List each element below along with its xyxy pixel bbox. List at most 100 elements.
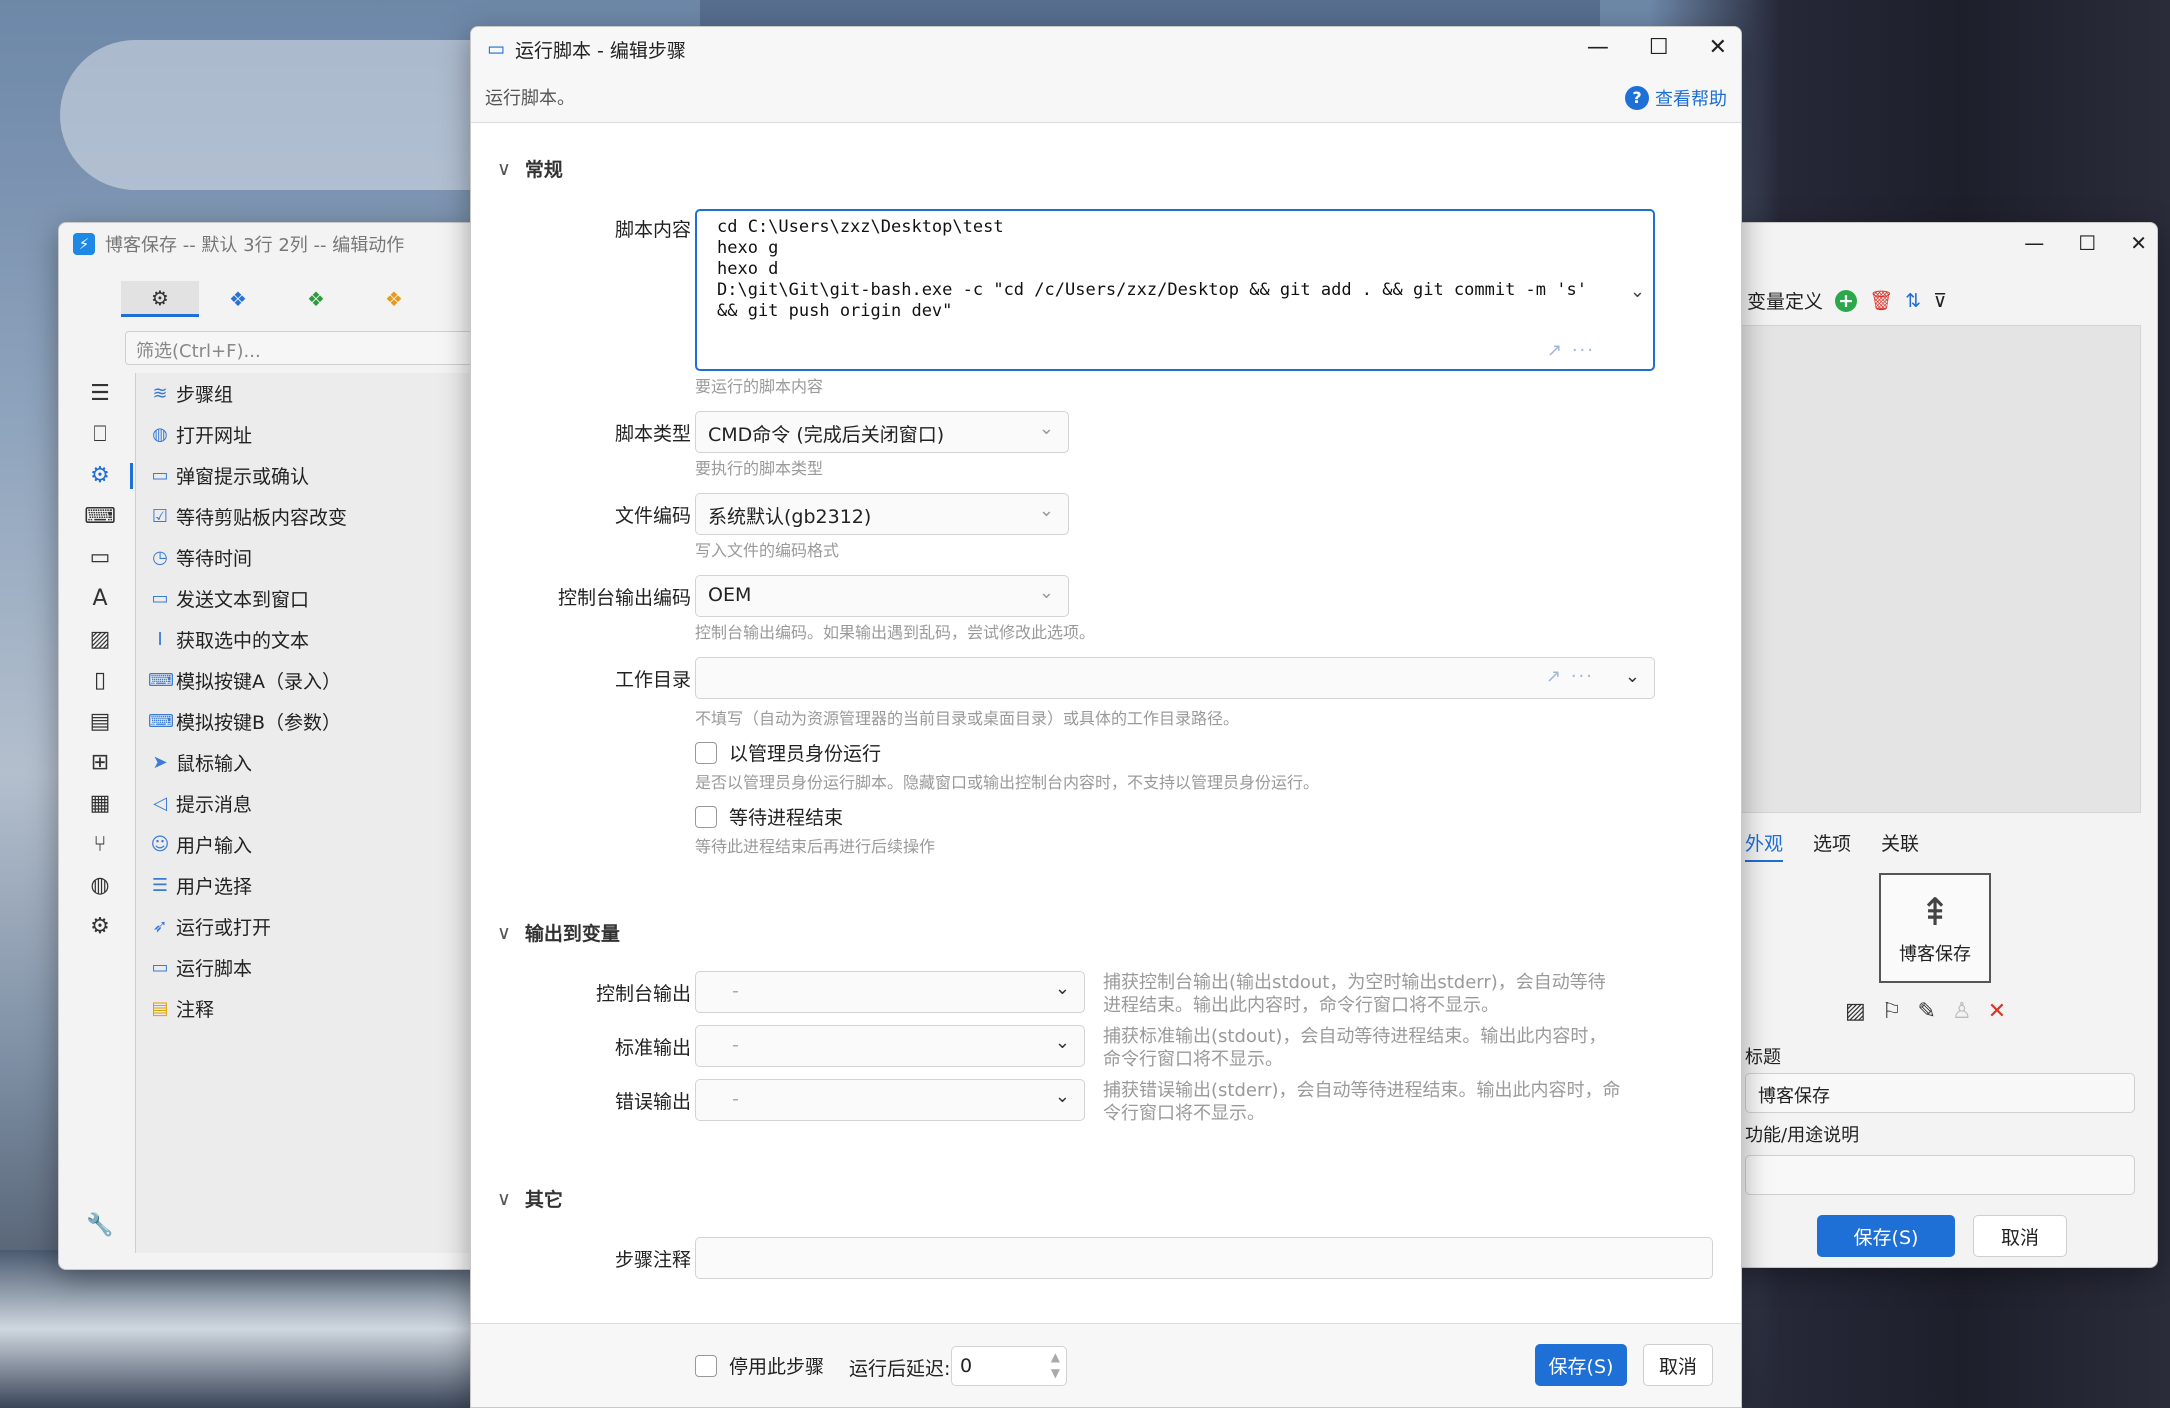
console-encoding-select[interactable]: OEM ⌄ [695, 575, 1069, 617]
eyedropper-icon[interactable]: ✎ [1918, 999, 1936, 1024]
close-icon[interactable]: ✕ [1709, 35, 1727, 60]
section-other[interactable]: ∨ 其它 [497, 1185, 563, 1212]
wait-process-checkbox[interactable]: 等待进程结束 [695, 803, 843, 830]
section-general[interactable]: ∨ 常规 [497, 155, 563, 182]
button-icon-preview[interactable]: ⇞ 博客保存 [1879, 873, 1991, 983]
menu-icon[interactable]: ☰ [75, 373, 125, 414]
list-item[interactable]: ▭ 运行脚本 [136, 947, 477, 988]
close-icon[interactable]: ✕ [2130, 231, 2147, 255]
bookmark-icon[interactable]: ⎕ [75, 414, 125, 455]
gears-icon[interactable]: ⚙ [75, 906, 125, 947]
grid-icon[interactable]: ▦ [75, 783, 125, 824]
user-edit-icon: ☺ [150, 834, 170, 855]
chevron-down-icon: ⌄ [1038, 500, 1054, 521]
script-type-hint: 要执行的脚本类型 [695, 459, 824, 478]
clipboard-icon[interactable]: ▯ [75, 660, 125, 701]
globe-icon: ◍ [152, 424, 168, 445]
console-output-select[interactable]: - ⌄ [695, 971, 1085, 1013]
tab-system-actions[interactable]: ⚙ [121, 281, 199, 317]
checkbox-box[interactable] [695, 1354, 717, 1377]
disable-step-checkbox[interactable]: 停用此步骤 [695, 1352, 824, 1379]
filter-input[interactable]: 筛选(Ctrl+F)... [125, 331, 475, 365]
chevron-down-icon[interactable]: ⌄ [1630, 281, 1645, 302]
tab-green-actions[interactable]: ❖ [277, 281, 355, 317]
minimize-icon[interactable]: — [1587, 35, 1609, 60]
list-item[interactable]: ➤ 鼠标输入 [136, 742, 477, 783]
script-type-select[interactable]: CMD命令 (完成后关闭窗口) ⌄ [695, 411, 1069, 453]
spinner-icon[interactable]: ▲ ▼ [1051, 1349, 1060, 1381]
list-item[interactable]: ☑ 等待剪贴板内容改变 [136, 496, 477, 537]
list-item[interactable]: ⌨ 模拟按键A（录入） [136, 660, 477, 701]
list-item[interactable]: ☺ 用户输入 [136, 824, 477, 865]
title-input[interactable]: 博客保存 [1745, 1073, 2135, 1113]
more-icon[interactable]: ↗ ··· [1547, 340, 1595, 361]
delay-input[interactable]: 0 ▲ ▼ [951, 1346, 1067, 1386]
add-icon[interactable]: + [1835, 289, 1858, 312]
save-button[interactable]: 保存(S) [1817, 1215, 1955, 1257]
window-icon[interactable]: ▭ [75, 537, 125, 578]
image-icon[interactable]: ▨ [75, 619, 125, 660]
flag-icon[interactable]: ⚐ [1882, 999, 1902, 1024]
cancel-button[interactable]: 取消 [1973, 1215, 2067, 1257]
list-item[interactable]: ≋ 步骤组 [136, 373, 477, 414]
list-item[interactable]: ⌨ 模拟按键B（参数） [136, 701, 477, 742]
list-item[interactable]: ◷ 等待时间 [136, 537, 477, 578]
more-icon[interactable]: ↗ ··· [1546, 666, 1594, 687]
tab-appearance[interactable]: 外观 [1745, 829, 1784, 862]
list-item[interactable]: ☰ 用户选择 [136, 865, 477, 906]
checkbox-box[interactable] [695, 805, 717, 828]
script-content-editor[interactable]: cd C:\Users\zxz\Desktop\test hexo g hexo… [695, 209, 1655, 371]
list-item[interactable]: ▭ 发送文本到窗口 [136, 578, 477, 619]
green-cubes-icon: ❖ [307, 287, 325, 311]
tab-options[interactable]: 选项 [1813, 829, 1851, 862]
shirt-icon[interactable]: ♙ [1952, 999, 1972, 1024]
branch-icon[interactable]: ⑂ [75, 824, 125, 865]
tab-blue-actions[interactable]: ❖ [199, 281, 277, 317]
description-input[interactable] [1745, 1155, 2135, 1195]
gear-icon[interactable]: ⚙ [75, 455, 133, 496]
tab-orange-actions[interactable]: ❖ [355, 281, 433, 317]
list-item[interactable]: ▭ 弹窗提示或确认 [136, 455, 477, 496]
list-item[interactable]: ◁ 提示消息 [136, 783, 477, 824]
section-output[interactable]: ∨ 输出到变量 [497, 919, 620, 946]
working-dir-input[interactable]: ↗ ··· ⌄ [695, 657, 1655, 699]
script-content-text: cd C:\Users\zxz\Desktop\test hexo g hexo… [717, 217, 1587, 321]
stdout-select[interactable]: - ⌄ [695, 1025, 1085, 1067]
checkbox-box[interactable] [695, 741, 717, 764]
edit-action-window: ⚡ 博客保存 -- 默认 3行 2列 -- 编辑动作 ⚙ ❖ ❖ ❖ 筛选(Ct… [58, 222, 478, 1270]
tree-icon: ⇞ [1919, 890, 1951, 934]
dialog-subtitle: 运行脚本。 [471, 71, 1741, 123]
font-icon[interactable]: A [75, 578, 125, 619]
sort-icon[interactable]: ⇅ [1905, 290, 1921, 312]
chevron-down-icon: ⌄ [1038, 418, 1054, 439]
trash-icon[interactable]: 🗑 [1869, 289, 1893, 312]
step-note-input[interactable] [695, 1237, 1713, 1279]
working-dir-label: 工作目录 [614, 669, 691, 691]
globe-icon[interactable]: ◍ [75, 865, 125, 906]
remove-icon[interactable]: ✕ [1988, 999, 2006, 1024]
minimize-icon[interactable]: — [2024, 231, 2044, 255]
save-button[interactable]: 保存(S) [1535, 1344, 1627, 1386]
list-item[interactable]: ◍ 打开网址 [136, 414, 477, 455]
run-as-admin-checkbox[interactable]: 以管理员身份运行 [695, 739, 881, 766]
cancel-button[interactable]: 取消 [1643, 1344, 1713, 1386]
stderr-select[interactable]: - ⌄ [695, 1079, 1085, 1121]
list-item[interactable]: I 获取选中的文本 [136, 619, 477, 660]
file-encoding-select[interactable]: 系统默认(gb2312) ⌄ [695, 493, 1069, 535]
keyboard-icon[interactable]: ⌨ [75, 496, 125, 537]
chevron-down-icon: ∨ [497, 921, 511, 944]
image-icon[interactable]: ▨ [1845, 999, 1866, 1024]
list-item[interactable]: ➶ 运行或打开 [136, 906, 477, 947]
filter-icon[interactable]: ⊽ [1933, 290, 1947, 312]
help-link[interactable]: ? 查看帮助 [1625, 85, 1727, 111]
tab-links[interactable]: 关联 [1881, 829, 1919, 862]
maximize-icon[interactable]: ☐ [2078, 231, 2096, 255]
chevron-down-icon[interactable]: ⌄ [1625, 666, 1640, 687]
wrench-icon[interactable]: 🔧 [75, 1213, 125, 1238]
list-item[interactable]: ▤ 注释 [136, 988, 477, 1029]
maximize-icon[interactable]: ☐ [1649, 35, 1669, 60]
variables-list[interactable] [1741, 325, 2141, 813]
windows-icon[interactable]: ⊞ [75, 742, 125, 783]
chevron-down-icon: ⌄ [1054, 1032, 1070, 1053]
document-icon[interactable]: ▤ [75, 701, 125, 742]
